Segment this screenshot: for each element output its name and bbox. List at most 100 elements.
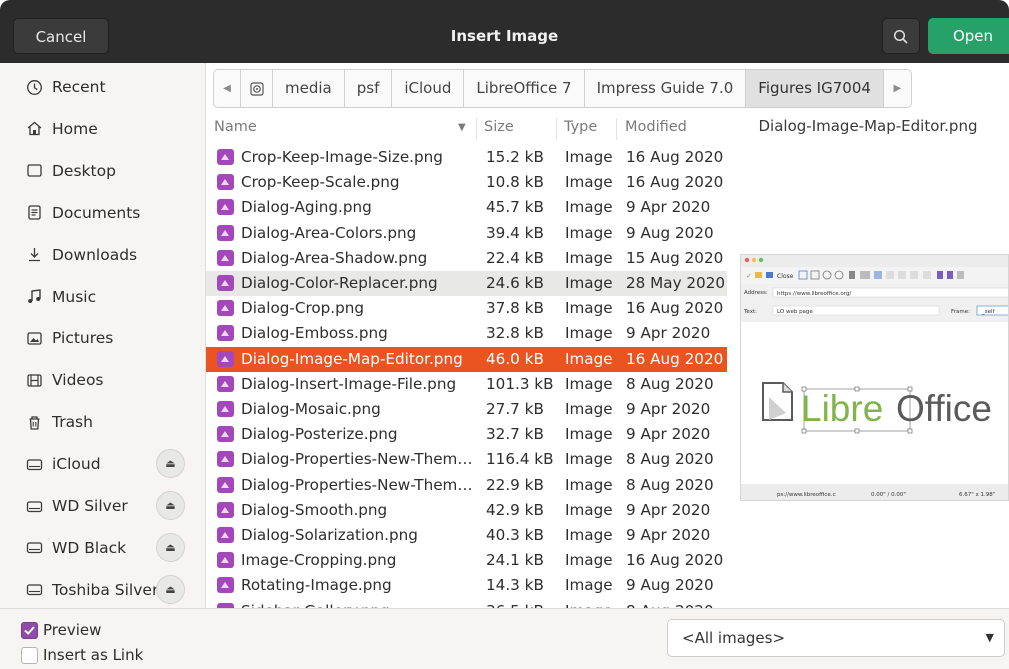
file-size: 116.4 kB bbox=[486, 450, 554, 469]
image-file-icon bbox=[217, 325, 234, 342]
path-back-arrow[interactable]: ◀ bbox=[214, 70, 241, 107]
table-row[interactable]: Dialog-Properties-New-Them… 116.4 kB Image… bbox=[206, 447, 727, 472]
file-type: Image bbox=[565, 248, 613, 267]
table-row[interactable]: Dialog-Posterize.png 32.7 kB Image 9 Apr 20… bbox=[206, 422, 727, 447]
column-header-name[interactable]: Name bbox=[214, 119, 257, 135]
sidebar-item-downloads[interactable]: Downloads bbox=[0, 234, 205, 276]
image-file-icon bbox=[217, 174, 234, 191]
table-row[interactable]: Dialog-Aging.png 45.7 kB Image 9 Apr 2020 bbox=[206, 195, 727, 220]
header-bar: Cancel Insert Image Open bbox=[0, 0, 1009, 63]
path-forward-arrow[interactable]: ▶ bbox=[884, 70, 911, 107]
sidebar-item-music[interactable]: Music bbox=[0, 276, 205, 318]
file-name: Dialog-Mosaic.png bbox=[241, 400, 381, 418]
file-size: 46.0 kB bbox=[486, 349, 544, 368]
sidebar-item-recent[interactable]: Recent bbox=[0, 66, 205, 108]
sidebar-item-icloud[interactable]: iCloud ⏏ bbox=[0, 443, 205, 485]
file-type: Image bbox=[565, 374, 613, 393]
file-size: 101.3 kB bbox=[486, 374, 554, 393]
file-type: Image bbox=[565, 349, 613, 368]
path-root-button[interactable] bbox=[241, 70, 273, 107]
eject-icon[interactable]: ⏏ bbox=[156, 574, 185, 604]
file-modified: 16 Aug 2020 bbox=[626, 551, 724, 570]
svg-text:✓: ✓ bbox=[746, 272, 752, 280]
file-name: Image-Cropping.png bbox=[241, 551, 397, 570]
preview-frame-label: Frame: bbox=[951, 309, 970, 315]
file-name: Dialog-Posterize.png bbox=[241, 425, 398, 444]
file-name: Dialog-Crop.png bbox=[241, 299, 365, 318]
preview-logo-office: Office bbox=[896, 388, 992, 429]
file-name: Dialog-Area-Shadow.png bbox=[241, 248, 428, 267]
sidebar-item-trash[interactable]: Trash bbox=[0, 401, 205, 443]
eject-icon[interactable]: ⏏ bbox=[156, 532, 185, 562]
table-row[interactable]: Sidebar-Gallery.png 36.5 kB Image 8 Aug 202… bbox=[206, 599, 727, 608]
sidebar-item-videos[interactable]: Videos bbox=[0, 359, 205, 401]
sidebar-item-desktop[interactable]: Desktop bbox=[0, 150, 205, 192]
pictures-icon bbox=[25, 329, 43, 347]
file-modified: 8 Aug 2020 bbox=[626, 599, 714, 608]
table-row[interactable]: Dialog-Crop.png 37.8 kB Image 16 Aug 2020 bbox=[206, 296, 727, 321]
column-header-type[interactable]: Type bbox=[564, 119, 597, 135]
sidebar-item-label: Videos bbox=[52, 371, 104, 390]
table-row[interactable]: Dialog-Solarization.png 40.3 kB Image 9 Apr… bbox=[206, 523, 727, 548]
sidebar-item-label: Trash bbox=[52, 413, 93, 432]
sidebar-item-pictures[interactable]: Pictures bbox=[0, 317, 205, 359]
file-name: Dialog-Smooth.png bbox=[241, 500, 388, 519]
table-row[interactable]: Dialog-Color-Replacer.png 24.6 kB Image 28 … bbox=[206, 271, 727, 296]
insert-as-link-label[interactable]: Insert as Link bbox=[43, 646, 143, 664]
table-row[interactable]: Crop-Keep-Image-Size.png 15.2 kB Image 16 A… bbox=[206, 145, 727, 170]
table-row[interactable]: Dialog-Mosaic.png 27.7 kB Image 9 Apr 2020 bbox=[206, 397, 727, 422]
path-segment-media[interactable]: media bbox=[273, 70, 345, 107]
sidebar-item-wd-black[interactable]: WD Black ⏏ bbox=[0, 527, 205, 569]
file-name: Crop-Keep-Scale.png bbox=[241, 173, 400, 192]
path-segment-figures[interactable]: Figures IG7004 bbox=[746, 70, 884, 107]
file-name: Dialog-Aging.png bbox=[241, 198, 372, 217]
table-row[interactable]: Dialog-Emboss.png 32.8 kB Image 9 Apr 2020 bbox=[206, 321, 727, 346]
videos-icon bbox=[25, 371, 43, 389]
eject-icon[interactable]: ⏏ bbox=[156, 449, 185, 479]
preview-checkbox[interactable] bbox=[21, 622, 38, 639]
file-type-filter[interactable]: <All images> ▼ bbox=[667, 619, 1005, 657]
table-row[interactable]: Crop-Keep-Scale.png 10.8 kB Image 16 Aug 20… bbox=[206, 170, 727, 195]
table-row[interactable]: Image-Cropping.png 24.1 kB Image 16 Aug 202… bbox=[206, 548, 727, 573]
sidebar-item-home[interactable]: Home bbox=[0, 108, 205, 150]
column-header-size[interactable]: Size bbox=[484, 119, 514, 135]
table-row[interactable]: Dialog-Image-Map-Editor.png 46.0 kB Image 1… bbox=[206, 346, 727, 372]
path-segment-impress-guide[interactable]: Impress Guide 7.0 bbox=[585, 70, 747, 107]
preview-close-label: Close bbox=[777, 273, 794, 280]
sidebar-item-label: WD Silver bbox=[52, 497, 128, 515]
table-row[interactable]: Dialog-Properties-New-Them… 22.9 kB Image 8… bbox=[206, 473, 727, 498]
path-segment-libreoffice[interactable]: LibreOffice 7 bbox=[464, 70, 585, 107]
table-row[interactable]: Dialog-Area-Shadow.png 22.4 kB Image 15 Aug… bbox=[206, 246, 727, 271]
sidebar-item-label: WD Black bbox=[52, 538, 127, 557]
sidebar-item-documents[interactable]: Documents bbox=[0, 192, 205, 234]
search-button[interactable] bbox=[882, 18, 920, 54]
file-modified: 9 Apr 2020 bbox=[626, 198, 711, 217]
file-name: Rotating-Image.png bbox=[241, 576, 392, 595]
image-file-icon bbox=[217, 451, 234, 468]
preview-status-position: 0.00" / 0.00" bbox=[871, 492, 906, 498]
file-name: Dialog-Area-Colors.png bbox=[241, 223, 417, 242]
table-row[interactable]: Rotating-Image.png 14.3 kB Image 9 Aug 2020 bbox=[206, 573, 727, 598]
column-header-modified[interactable]: Modified bbox=[625, 119, 687, 135]
sidebar-item-label: Toshiba Silver bbox=[52, 580, 159, 599]
open-button[interactable]: Open bbox=[928, 18, 1009, 54]
sort-arrow-icon: ▼ bbox=[458, 122, 466, 133]
path-segment-psf[interactable]: psf bbox=[345, 70, 393, 107]
path-segment-icloud[interactable]: iCloud bbox=[392, 70, 465, 107]
eject-icon[interactable]: ⏏ bbox=[156, 491, 185, 520]
preview-filename: Dialog-Image-Map-Editor.png bbox=[758, 117, 978, 135]
sidebar-item-toshiba-silver[interactable]: Toshiba Silver ⏏ bbox=[0, 569, 205, 611]
desktop-icon bbox=[25, 162, 43, 180]
table-row[interactable]: Dialog-Area-Colors.png 39.4 kB Image 9 Aug … bbox=[206, 221, 727, 246]
table-row[interactable]: Dialog-Insert-Image-File.png 101.3 kB Imag… bbox=[206, 372, 727, 397]
file-type: Image bbox=[565, 551, 613, 570]
image-file-icon bbox=[217, 199, 234, 216]
file-size: 42.9 kB bbox=[486, 500, 544, 519]
sidebar-item-wd-silver[interactable]: WD Silver ⏏ bbox=[0, 485, 205, 527]
preview-checkbox-label[interactable]: Preview bbox=[43, 621, 101, 639]
table-row[interactable]: Dialog-Smooth.png 42.9 kB Image 9 Apr 2020 bbox=[206, 498, 727, 523]
file-size: 14.3 kB bbox=[486, 576, 544, 595]
insert-as-link-checkbox[interactable] bbox=[21, 647, 38, 664]
file-size: 37.8 kB bbox=[486, 299, 544, 318]
image-file-icon bbox=[217, 149, 234, 165]
